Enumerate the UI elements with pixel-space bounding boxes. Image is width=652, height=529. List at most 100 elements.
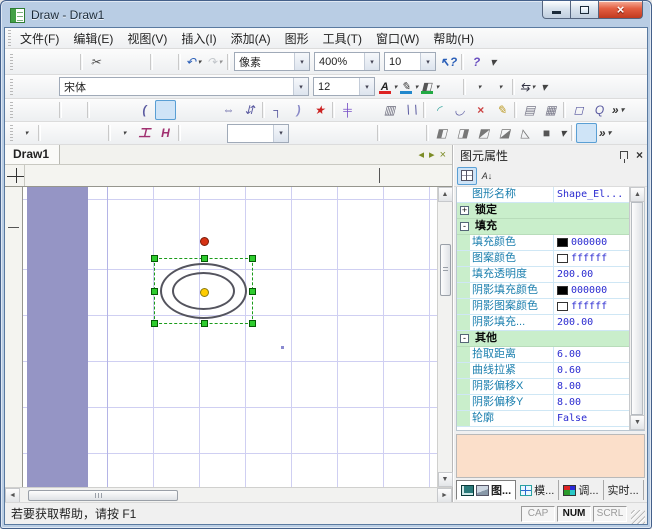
dropdown-arrow-icon[interactable]: ▾ — [25, 129, 29, 137]
report-icon[interactable]: ▤ — [519, 100, 540, 120]
menu-item[interactable]: 图形 — [278, 28, 316, 49]
paste-icon[interactable] — [127, 52, 148, 72]
scroll-down-icon[interactable]: ▼ — [630, 415, 645, 430]
fill-color-icon[interactable]: ◧ ▾ — [419, 77, 440, 97]
property-value-cell[interactable]: Shape_El... — [553, 187, 629, 202]
rotate-90-icon[interactable]: ◩ — [473, 123, 494, 143]
tab-next-icon[interactable]: ▸ — [429, 148, 435, 161]
expand-toggle-icon[interactable]: - — [460, 222, 469, 231]
group-icon[interactable] — [183, 123, 204, 143]
property-value-cell[interactable]: ffffff — [553, 299, 629, 314]
separator[interactable]: 阴影填充颜色 000000 — [457, 283, 629, 299]
layers-icon[interactable] — [15, 77, 36, 97]
help-icon[interactable]: ? — [466, 52, 487, 72]
line-tool-icon[interactable] — [64, 100, 85, 120]
context-help-icon[interactable]: ↖? — [438, 52, 459, 72]
minimize-button[interactable] — [542, 1, 571, 19]
property-grid-scrollbar[interactable]: ▲ ▼ — [629, 187, 644, 430]
font-family-combobox[interactable]: 宋体 ▾ — [59, 77, 309, 96]
menu-item[interactable]: 文件(F) — [13, 28, 66, 49]
categorized-view-button[interactable] — [457, 167, 477, 185]
distribute-icon[interactable]: ▾ — [113, 123, 134, 143]
wordart-icon[interactable] — [36, 100, 57, 120]
menu-item[interactable]: 工具(T) — [316, 28, 369, 49]
sort-alphabetical-button[interactable]: A↓ — [477, 167, 497, 185]
property-value-cell[interactable]: False — [553, 411, 629, 426]
send-backward-icon[interactable] — [354, 123, 375, 143]
star-tool-icon[interactable]: ★ — [309, 100, 330, 120]
menu-item[interactable]: 插入(I) — [174, 28, 223, 49]
resize-handle-se[interactable] — [249, 320, 256, 327]
arc-tool-icon[interactable]: ( — [134, 100, 155, 120]
horizontal-scrollbar[interactable]: ◄ ► — [5, 487, 452, 502]
chevron-down-icon[interactable]: ▾ — [364, 53, 379, 70]
send-to-back-icon[interactable] — [312, 123, 333, 143]
property-value-cell[interactable]: 200.00 — [553, 315, 629, 330]
double-arrow-icon[interactable]: ⇔ — [218, 100, 239, 120]
property-value-cell[interactable]: 6.00 — [553, 347, 629, 362]
rotate-left-icon[interactable] — [382, 123, 403, 143]
shadow-icon[interactable]: ◪ — [494, 123, 515, 143]
image-icon[interactable] — [440, 77, 461, 97]
export-doc-icon[interactable] — [36, 77, 57, 97]
expand-toggle-icon[interactable]: - — [460, 334, 469, 343]
dropdown-arrow-icon[interactable]: ▾ — [394, 83, 398, 91]
center-vertical-icon[interactable]: 工 — [134, 123, 155, 143]
font-size-combobox[interactable]: 12 ▾ — [313, 77, 375, 96]
resize-handle-ne[interactable] — [249, 255, 256, 262]
dropdown-arrow-icon[interactable]: ▾ — [415, 83, 419, 91]
dropdown-arrow-icon[interactable]: ▾ — [436, 83, 440, 91]
same-width-icon[interactable] — [43, 123, 64, 143]
separator[interactable]: 图案颜色 ffffff — [457, 251, 629, 267]
cross-node-icon[interactable]: × — [470, 100, 491, 120]
print-icon[interactable] — [155, 52, 176, 72]
property-value-cell[interactable]: 000000 — [553, 235, 629, 250]
freeform-icon[interactable]: ◜ — [428, 100, 449, 120]
ungroup-icon[interactable] — [204, 123, 225, 143]
toolbar-overflow-icon[interactable]: » ▾ — [597, 123, 613, 143]
property-value-cell[interactable]: 200.00 — [553, 267, 629, 282]
resize-handle-s[interactable] — [201, 320, 208, 327]
resize-grip[interactable] — [631, 510, 645, 524]
new-icon[interactable] — [15, 52, 36, 72]
tab-properties[interactable]: 图... — [456, 480, 516, 500]
layer-combobox[interactable]: ▾ — [227, 124, 289, 143]
property-value-cell[interactable]: 8.00 — [553, 379, 629, 394]
separator[interactable]: 阴影图案颜色 ffffff — [457, 299, 629, 315]
separator[interactable]: 阴影填充... 200.00 — [457, 315, 629, 331]
same-size-icon[interactable] — [85, 123, 106, 143]
toolbar-grip[interactable] — [10, 54, 13, 70]
vertical-scrollbar[interactable]: ▲ ▼ — [437, 187, 452, 487]
property-value-cell[interactable]: 0.60 — [553, 363, 629, 378]
separator[interactable]: 图形名称 Shape_El... — [457, 187, 629, 203]
separator[interactable]: + 锁定 — [457, 203, 629, 219]
menu-item[interactable]: 编辑(E) — [66, 28, 120, 49]
snap-grid-icon[interactable] — [576, 123, 597, 143]
resize-handle-nw[interactable] — [151, 255, 158, 262]
inner-ellipse[interactable] — [172, 272, 235, 310]
dropdown-arrow-icon[interactable]: ▾ — [219, 58, 223, 66]
center-horizontal-icon[interactable]: H — [155, 123, 176, 143]
panel-close-icon[interactable]: × — [636, 149, 643, 161]
fill-black-icon[interactable]: ■ — [536, 123, 557, 143]
resize-handle-n[interactable] — [201, 255, 208, 262]
rect-tool-icon[interactable] — [92, 100, 113, 120]
scroll-left-icon[interactable]: ◄ — [5, 488, 20, 503]
align-left-icon[interactable]: ▾ — [15, 123, 36, 143]
dropdown-arrow-icon[interactable]: ▾ — [123, 129, 127, 137]
circle-tool-icon[interactable] — [176, 100, 197, 120]
overflow-drop-icon[interactable]: ▾ — [487, 52, 499, 72]
flip-vertical-icon[interactable]: ◨ — [452, 123, 473, 143]
toolbar-grip[interactable] — [10, 125, 13, 141]
ellipse-tall-tool-icon[interactable] — [113, 100, 134, 120]
horizontal-scroll-thumb[interactable] — [28, 490, 178, 501]
menu-item[interactable]: 帮助(H) — [426, 28, 481, 49]
screen-rect-icon[interactable] — [358, 100, 379, 120]
pencil-icon[interactable]: ✎ — [491, 100, 512, 120]
resize-handle-w[interactable] — [151, 288, 158, 295]
menu-item[interactable]: 视图(V) — [120, 28, 174, 49]
report2-icon[interactable]: ▦ — [540, 100, 561, 120]
menu-item[interactable]: 添加(A) — [224, 28, 278, 49]
separator[interactable]: 拾取距离 6.00 — [457, 347, 629, 363]
tab-prev-icon[interactable]: ◂ — [419, 148, 425, 161]
